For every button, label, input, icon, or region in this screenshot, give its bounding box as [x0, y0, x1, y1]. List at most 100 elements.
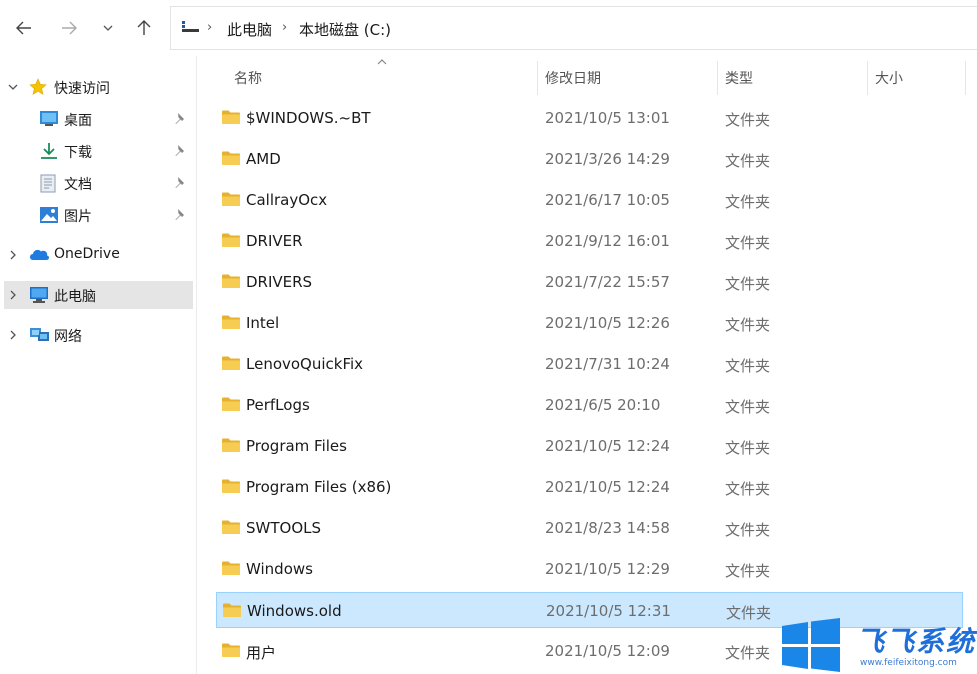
breadcrumb-this-pc[interactable]: 此电脑 — [227, 19, 272, 40]
download-icon — [41, 143, 57, 159]
file-type: 文件夹 — [725, 111, 771, 129]
file-row[interactable]: Program Files (x86) 2021/10/5 12:24 文件夹 — [216, 469, 963, 505]
sidebar-item-pictures[interactable]: 图片 — [4, 201, 193, 229]
forward-button[interactable] — [55, 12, 83, 44]
file-name[interactable]: CallrayOcx — [246, 191, 327, 209]
column-header-name[interactable]: 名称 — [234, 68, 262, 88]
file-row[interactable]: $WINDOWS.~BT 2021/10/5 13:01 文件夹 — [216, 100, 963, 136]
file-name[interactable]: Program Files — [246, 437, 347, 455]
file-name[interactable]: 用户 — [246, 642, 276, 663]
file-modified-date: 2021/9/12 16:01 — [545, 232, 670, 250]
watermark: 飞飞系统 www.feifeixitong.com — [780, 616, 977, 674]
column-header-modified[interactable]: 修改日期 — [545, 68, 601, 88]
recent-locations-button[interactable] — [94, 12, 122, 44]
file-modified-date: 2021/10/5 12:09 — [545, 642, 670, 660]
file-name[interactable]: SWTOOLS — [246, 519, 321, 537]
sidebar-item-documents[interactable]: 文档 — [4, 169, 193, 197]
file-name[interactable]: PerfLogs — [246, 396, 310, 414]
file-row[interactable]: Windows 2021/10/5 12:29 文件夹 — [216, 551, 963, 587]
file-name[interactable]: $WINDOWS.~BT — [246, 109, 371, 127]
sidebar-item-this-pc[interactable]: 此电脑 — [4, 281, 193, 309]
sidebar-item-label: 图片 — [64, 209, 92, 225]
sidebar-item-label: 网络 — [54, 329, 82, 345]
file-name[interactable]: AMD — [246, 150, 281, 168]
file-row[interactable]: LenovoQuickFix 2021/7/31 10:24 文件夹 — [216, 346, 963, 382]
chevron-right-icon[interactable] — [7, 289, 19, 301]
file-type: 文件夹 — [725, 152, 771, 170]
sidebar-item-onedrive[interactable]: OneDrive — [4, 241, 193, 269]
file-modified-date: 2021/10/5 12:29 — [545, 560, 670, 578]
breadcrumb-separator-icon: › — [282, 20, 288, 35]
chevron-down-icon[interactable] — [7, 81, 19, 93]
file-name[interactable]: DRIVERS — [246, 273, 312, 291]
chevron-down-icon — [103, 25, 113, 31]
file-modified-date: 2021/10/5 12:24 — [545, 437, 670, 455]
file-row[interactable]: AMD 2021/3/26 14:29 文件夹 — [216, 141, 963, 177]
file-type: 文件夹 — [725, 275, 771, 293]
file-row[interactable]: PerfLogs 2021/6/5 20:10 文件夹 — [216, 387, 963, 423]
folder-icon — [222, 110, 240, 124]
arrow-left-icon — [16, 21, 31, 35]
sort-ascending-icon — [377, 59, 387, 65]
address-bar[interactable]: › 此电脑 › 本地磁盘 (C:) — [170, 6, 977, 50]
breadcrumb-separator-icon: › — [207, 20, 213, 35]
file-name[interactable]: Program Files (x86) — [246, 478, 391, 496]
file-name[interactable]: Windows — [246, 560, 313, 578]
watermark-title: 飞飞系统 — [856, 625, 977, 658]
folder-icon — [222, 643, 240, 657]
folder-icon — [222, 192, 240, 206]
column-separator[interactable] — [867, 61, 868, 95]
file-name[interactable]: Intel — [246, 314, 279, 332]
sidebar-item-downloads[interactable]: 下载 — [4, 137, 193, 165]
file-type: 文件夹 — [725, 521, 771, 539]
file-name[interactable]: Windows.old — [247, 602, 342, 620]
back-button[interactable] — [10, 12, 38, 44]
arrow-up-icon — [137, 20, 151, 35]
column-header-size[interactable]: 大小 — [875, 68, 903, 88]
chevron-right-icon[interactable] — [7, 329, 19, 341]
pin-icon[interactable] — [174, 144, 187, 158]
star-icon — [29, 78, 47, 95]
sidebar-item-network[interactable]: 网络 — [4, 321, 193, 349]
desktop-icon — [40, 111, 58, 126]
file-row[interactable]: DRIVERS 2021/7/22 15:57 文件夹 — [216, 264, 963, 300]
column-header-type[interactable]: 类型 — [725, 68, 753, 88]
network-icon — [30, 328, 49, 341]
sidebar-item-label: 快速访问 — [54, 81, 110, 97]
sidebar-item-quick-access[interactable]: 快速访问 — [4, 73, 193, 101]
pin-icon[interactable] — [174, 208, 187, 222]
folder-icon — [222, 151, 240, 165]
watermark-url: www.feifeixitong.com — [860, 658, 957, 668]
file-row[interactable]: SWTOOLS 2021/8/23 14:58 文件夹 — [216, 510, 963, 546]
folder-icon — [222, 479, 240, 493]
column-separator[interactable] — [537, 61, 538, 95]
file-row[interactable]: DRIVER 2021/9/12 16:01 文件夹 — [216, 223, 963, 259]
pin-icon[interactable] — [174, 112, 187, 126]
breadcrumb-local-disk[interactable]: 本地磁盘 (C:) — [299, 19, 391, 40]
computer-glyph-icon — [182, 21, 199, 32]
file-type: 文件夹 — [725, 234, 771, 252]
sidebar-item-label: 桌面 — [64, 113, 92, 129]
windows-logo-icon — [782, 618, 840, 672]
column-separator[interactable] — [965, 61, 966, 95]
file-type: 文件夹 — [725, 439, 771, 457]
column-separator[interactable] — [717, 61, 718, 95]
sidebar-item-label: 下载 — [64, 145, 92, 161]
file-name[interactable]: LenovoQuickFix — [246, 355, 363, 373]
file-name[interactable]: DRIVER — [246, 232, 303, 250]
folder-icon — [222, 397, 240, 411]
document-icon — [40, 174, 56, 193]
computer-icon — [30, 287, 48, 303]
up-button[interactable] — [130, 12, 158, 44]
pin-icon[interactable] — [174, 176, 187, 190]
navigation-pane: 快速访问 桌面 下载 文档 图片 OneDrive 此电脑 网络 — [0, 56, 196, 674]
file-row[interactable]: Program Files 2021/10/5 12:24 文件夹 — [216, 428, 963, 464]
file-row[interactable]: Intel 2021/10/5 12:26 文件夹 — [216, 305, 963, 341]
file-modified-date: 2021/6/5 20:10 — [545, 396, 661, 414]
sidebar-item-desktop[interactable]: 桌面 — [4, 105, 193, 133]
file-modified-date: 2021/10/5 12:26 — [545, 314, 670, 332]
file-type: 文件夹 — [725, 480, 771, 498]
file-row[interactable]: CallrayOcx 2021/6/17 10:05 文件夹 — [216, 182, 963, 218]
folder-icon — [222, 520, 240, 534]
chevron-right-icon[interactable] — [7, 249, 19, 261]
